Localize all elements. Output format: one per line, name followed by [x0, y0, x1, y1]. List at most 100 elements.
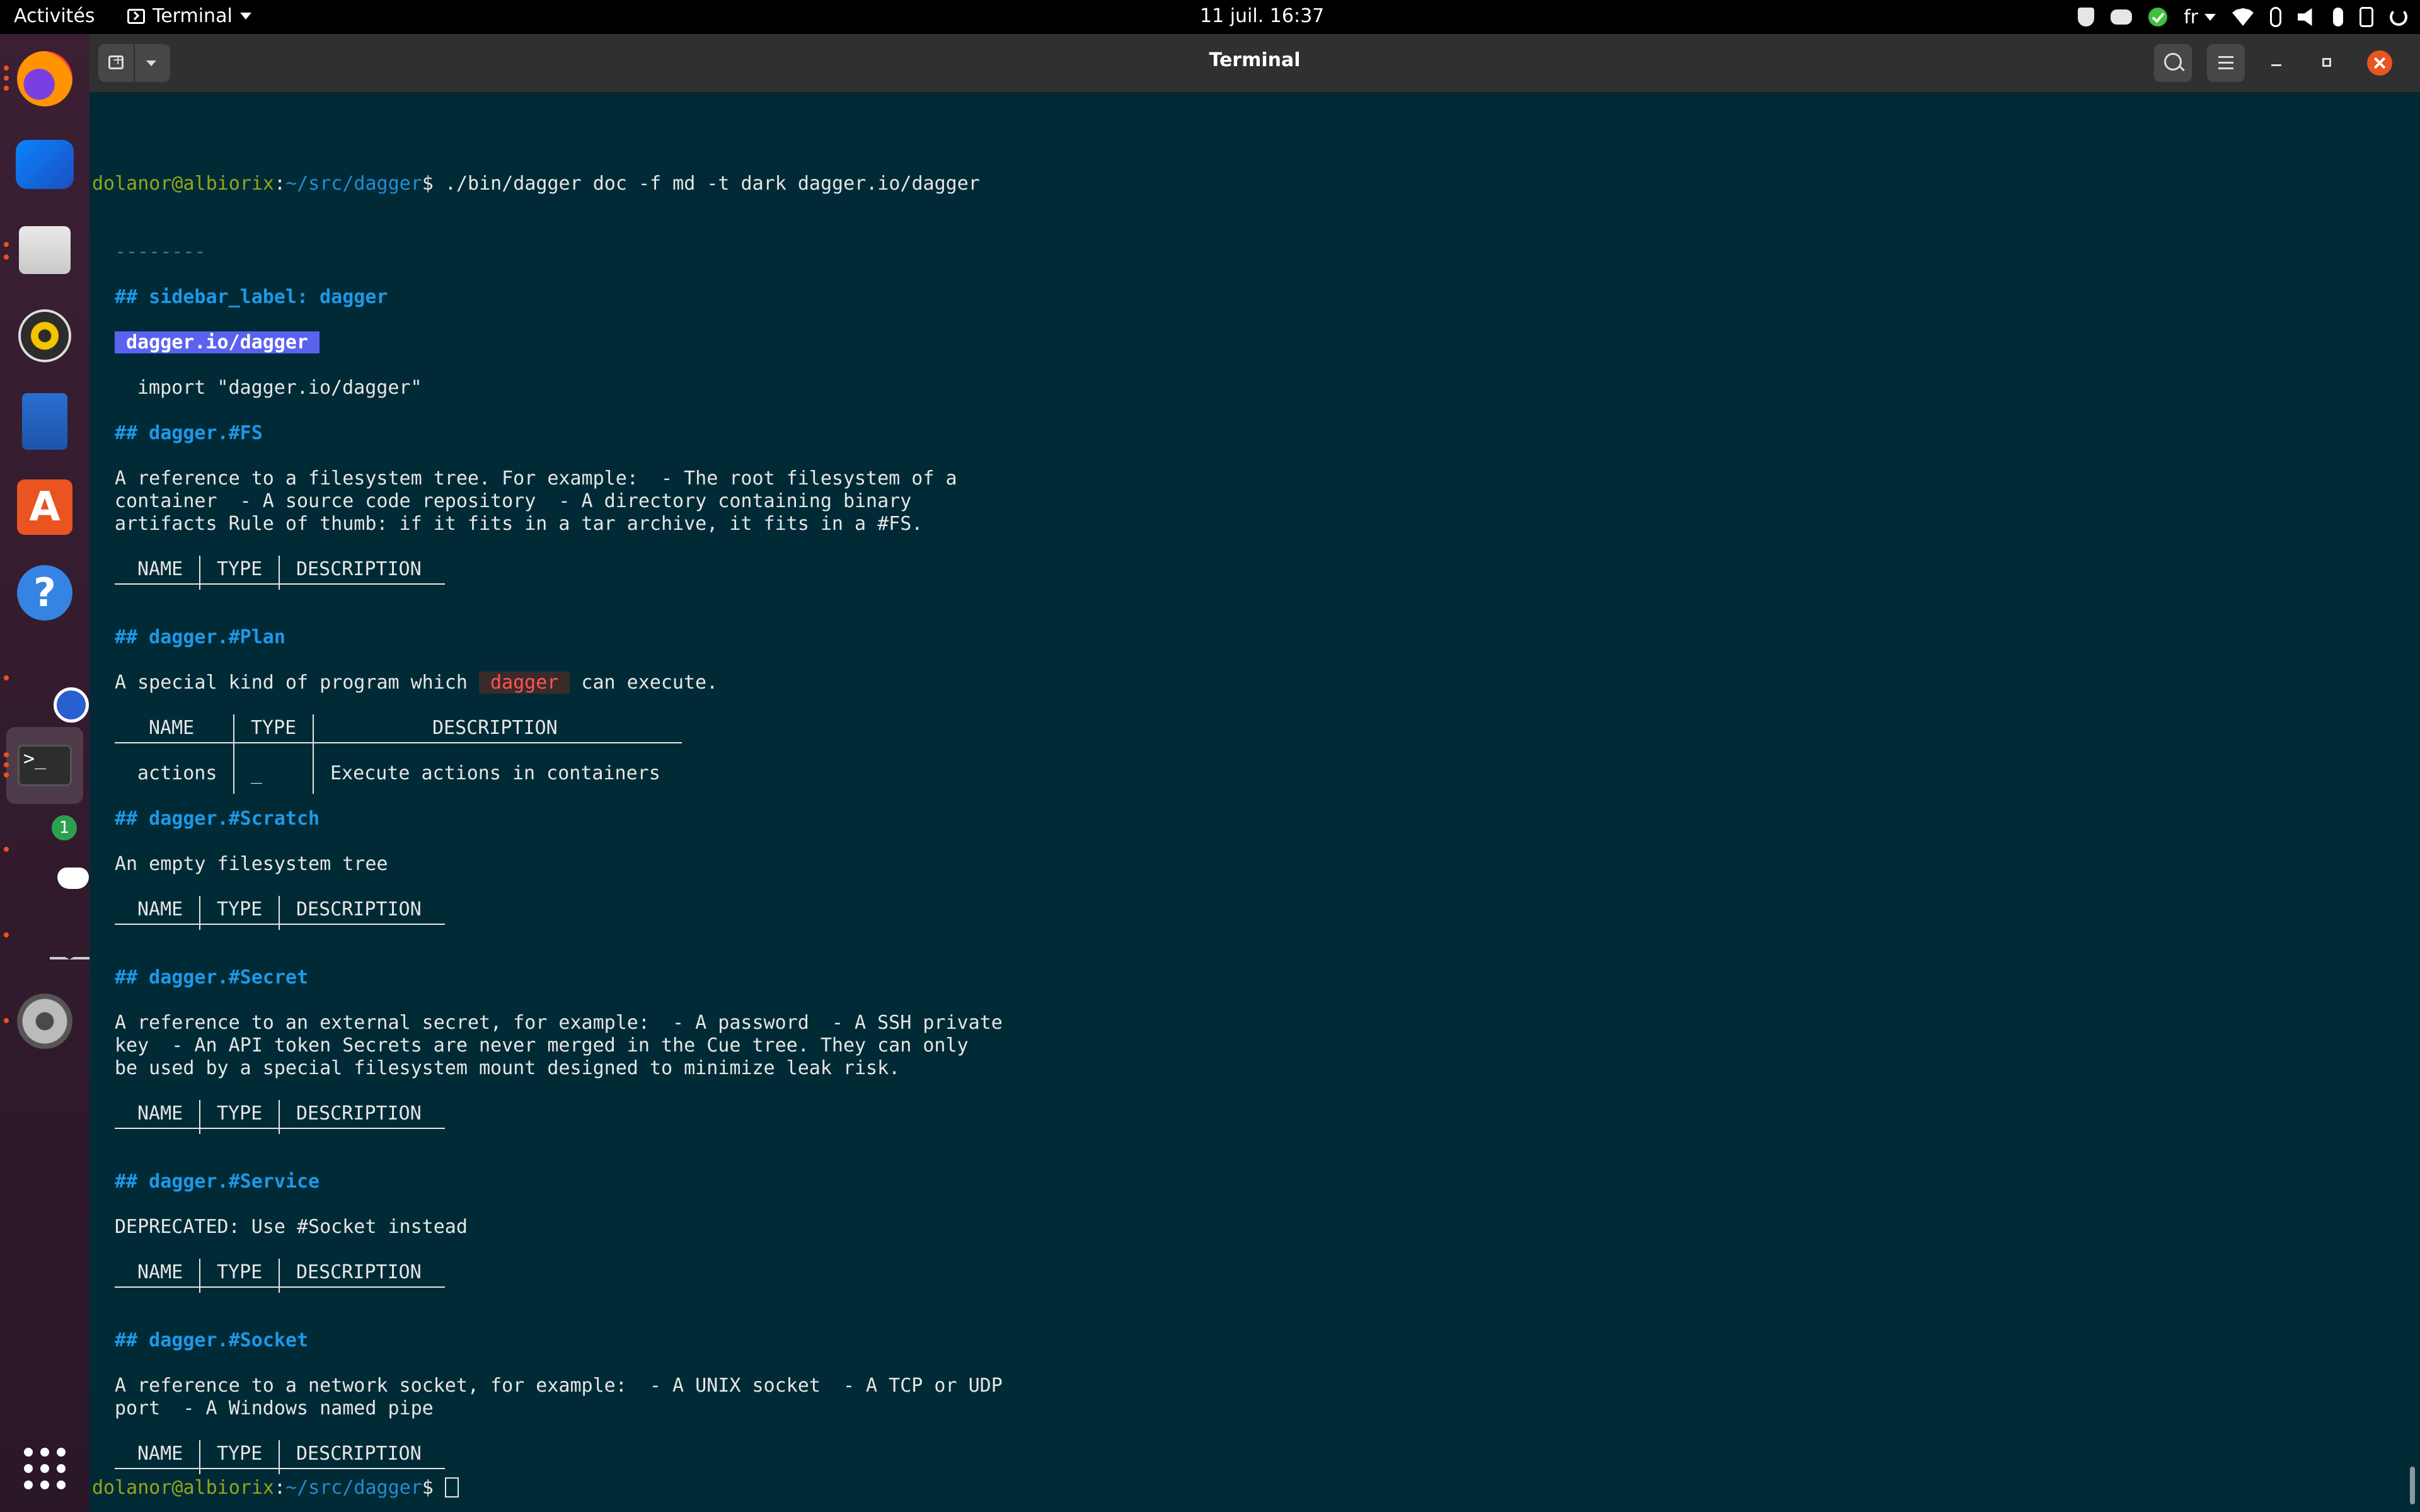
plan-row-desc: Execute actions in containers	[330, 762, 660, 784]
bluetooth-icon[interactable]	[2270, 7, 2281, 27]
dock-discord[interactable]: 1	[4, 815, 77, 881]
rotation-lock-icon[interactable]	[2360, 7, 2373, 27]
prompt-symbol: $	[422, 1477, 445, 1499]
window-title: Terminal	[1209, 49, 1301, 71]
files-icon	[19, 226, 71, 274]
running-indicator	[4, 932, 9, 937]
socket-desc-line: A reference to a network socket, for exa…	[115, 1375, 1003, 1397]
col-type-header: TYPE	[217, 558, 263, 580]
running-indicator	[4, 86, 9, 91]
fs-heading: ## dagger.#FS	[115, 422, 263, 444]
wifi-icon[interactable]	[2232, 8, 2254, 26]
notification-badge: 1	[52, 815, 77, 840]
dock-thunderbird[interactable]	[14, 134, 76, 195]
power-icon[interactable]	[2390, 8, 2407, 26]
command-line: dolanor@albiorix:~/src/dagger$ ./bin/dag…	[92, 173, 980, 195]
socket-heading: ## dagger.#Socket	[115, 1329, 309, 1351]
close-button[interactable]	[2367, 50, 2392, 76]
fs-desc-line: A reference to a filesystem tree. For ex…	[115, 467, 957, 490]
running-indicator	[4, 675, 9, 680]
final-prompt[interactable]: dolanor@albiorix:~/src/dagger$	[92, 1477, 459, 1499]
scrollbar[interactable]	[2410, 1467, 2415, 1504]
col-name-header: NAME	[137, 1102, 183, 1125]
dock-rhythmbox[interactable]	[14, 305, 76, 367]
plan-desc-before: A special kind of program which	[115, 672, 479, 694]
search-button[interactable]	[2154, 44, 2192, 82]
rhythmbox-icon	[18, 309, 71, 362]
running-indicator	[4, 76, 9, 81]
system-tray[interactable]: fr	[2078, 6, 2407, 28]
dock-system-monitor[interactable]	[4, 905, 76, 966]
dock-terminal[interactable]: >_	[4, 727, 83, 804]
text-cursor	[444, 1477, 459, 1498]
scratch-heading: ## dagger.#Scratch	[115, 808, 320, 830]
prompt-symbol: $	[422, 173, 445, 195]
minimize-button[interactable]	[2264, 50, 2289, 76]
check-icon[interactable]	[2148, 8, 2168, 26]
running-indicator	[4, 242, 9, 247]
secret-desc-line: key - An API token Secrets are never mer…	[115, 1034, 969, 1057]
secret-desc-line: be used by a special filesystem mount de…	[115, 1057, 901, 1079]
settings-icon	[17, 994, 72, 1049]
language-label: fr	[2184, 6, 2198, 28]
language-indicator[interactable]: fr	[2184, 6, 2216, 28]
running-indicator	[4, 255, 9, 260]
command-text: ./bin/dagger doc -f md -t dark dagger.io…	[444, 173, 980, 195]
maximize-button[interactable]	[2314, 50, 2339, 76]
dock-software[interactable]: A	[14, 476, 76, 538]
dock-files[interactable]	[4, 219, 76, 281]
menu-button[interactable]	[2207, 44, 2245, 82]
col-desc-header: DESCRIPTION	[296, 558, 422, 580]
col-desc-header: DESCRIPTION	[296, 1443, 422, 1465]
dock-signal[interactable]	[4, 648, 76, 709]
col-name-header: NAME	[137, 1261, 183, 1283]
app-menu-label: Terminal	[153, 5, 233, 27]
col-type-header: TYPE	[251, 717, 297, 739]
scratch-desc: An empty filesystem tree	[115, 853, 388, 875]
app-menu[interactable]: Terminal	[127, 5, 251, 27]
package-badge: dagger.io/dagger	[115, 331, 320, 353]
volume-icon[interactable]	[2298, 8, 2312, 26]
col-name-header: NAME	[137, 558, 183, 580]
package-title: dagger.io/dagger	[92, 331, 320, 354]
libreoffice-writer-icon	[22, 393, 67, 450]
dock-writer[interactable]	[14, 391, 76, 452]
service-heading: ## dagger.#Service	[115, 1171, 320, 1193]
col-name-header: NAME	[137, 1443, 183, 1465]
hamburger-menu-icon	[2218, 56, 2233, 58]
chevron-down-icon	[239, 13, 251, 20]
dock: A ? >_ 1	[0, 34, 89, 1512]
col-desc-header: DESCRIPTION	[296, 898, 422, 920]
col-type-header: TYPE	[217, 1443, 263, 1465]
dock-firefox[interactable]	[4, 48, 76, 110]
col-desc-header: DESCRIPTION	[432, 717, 558, 739]
dock-help[interactable]: ?	[14, 562, 76, 624]
plan-desc: A special kind of program which dagger c…	[92, 672, 718, 694]
top-bar: Activités Terminal 11 juil. 16:37 fr	[0, 0, 2420, 34]
socket-desc-line: port - A Windows named pipe	[115, 1397, 434, 1419]
shield-icon[interactable]	[2078, 8, 2095, 26]
running-indicator	[4, 762, 9, 767]
col-type-header: TYPE	[217, 1261, 263, 1283]
dock-settings[interactable]	[4, 990, 76, 1052]
plan-row-name: actions	[137, 762, 217, 784]
thunderbird-icon	[16, 140, 74, 189]
import-line: import "dagger.io/dagger"	[137, 377, 422, 399]
terminal-output[interactable]: dolanor@albiorix:~/src/dagger$ ./bin/dag…	[92, 92, 2392, 1512]
sidebar-heading: ## sidebar_label: dagger	[115, 286, 388, 308]
fs-desc-line: artifacts Rule of thumb: if it fits in a…	[115, 513, 923, 535]
clock[interactable]: 11 juil. 16:37	[1200, 5, 1324, 27]
show-applications-button[interactable]	[24, 1448, 66, 1489]
prompt-user: dolanor@albiorix	[92, 173, 274, 195]
running-indicator	[4, 1018, 9, 1023]
terminal-app-icon: >_	[18, 745, 72, 786]
help-icon: ?	[17, 565, 72, 621]
terminal-window: Terminal dolanor@albiorix:~/src/dagger$ …	[89, 34, 2420, 1512]
plan-desc-code: dagger	[478, 672, 570, 694]
discord-tray-icon[interactable]	[2111, 9, 2133, 25]
microphone-icon[interactable]	[2333, 8, 2343, 26]
running-indicator	[4, 772, 9, 777]
running-indicator	[4, 66, 9, 71]
fs-desc-line: container - A source code repository - A…	[115, 490, 912, 512]
activities-button[interactable]: Activités	[14, 5, 95, 27]
